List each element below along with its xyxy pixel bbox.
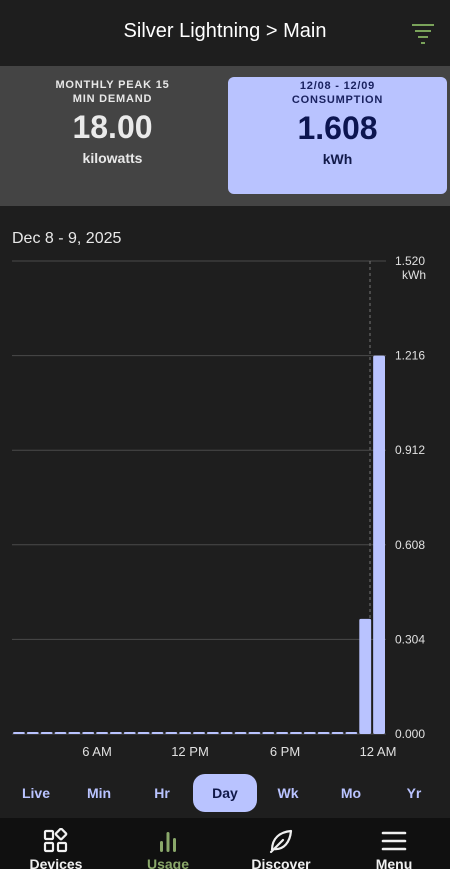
bottom-nav: Devices Usage Discover Menu: [0, 818, 450, 869]
nav-usage[interactable]: Usage: [113, 818, 223, 869]
x-tick-label: 12 AM: [360, 744, 397, 759]
chart-bar: [54, 732, 67, 734]
consumption-date-range: 12/08 - 12/09: [299, 80, 376, 92]
y-tick-label: 0.608: [395, 538, 425, 552]
range-selector: Live Min Hr Day Wk Mo Yr: [0, 774, 450, 814]
chart-bar: [193, 732, 205, 734]
y-tick-label: 1.216: [395, 349, 425, 363]
chart-date-label: Dec 8 - 9, 2025: [12, 230, 122, 247]
nav-menu[interactable]: Menu: [339, 818, 449, 869]
chart-bar: [96, 732, 108, 734]
filter-icon[interactable]: [410, 20, 436, 46]
chart-bar: [40, 732, 53, 734]
usage-chart[interactable]: 1.520 1.216 0.912 0.608 0.304 0.000 kWh 6 AM 12 …: [0, 250, 450, 770]
chart-bar: [345, 732, 358, 734]
consumption-unit: kWh: [322, 151, 353, 167]
chart-bar: [26, 732, 39, 734]
range-mo[interactable]: Mo: [319, 774, 383, 812]
consumption-value: 1.608: [297, 110, 378, 146]
y-tick-label: 0.304: [395, 632, 425, 646]
range-min[interactable]: Min: [67, 774, 131, 812]
app-root: Silver Lightning > Main MONTHLY PEAK 15 …: [0, 0, 450, 869]
peak-label-line2: MIN DEMAND: [72, 93, 153, 105]
chart-bar: [151, 732, 164, 734]
range-live[interactable]: Live: [4, 774, 68, 812]
y-tick-label: 0.000: [395, 727, 425, 741]
chart-bar: [373, 355, 385, 734]
chart-bar: [206, 732, 219, 734]
x-tick-label: 12 PM: [171, 744, 209, 759]
x-tick-label: 6 AM: [82, 744, 112, 759]
menu-icon: [381, 831, 407, 851]
chart-bar: [179, 732, 192, 734]
chart-bar: [262, 732, 275, 734]
chart-bar: [13, 732, 25, 734]
chart-bar: [317, 732, 330, 734]
chart-bar: [68, 732, 81, 734]
chart-bar: [165, 732, 178, 734]
range-hr[interactable]: Hr: [130, 774, 194, 812]
peak-label-line1: MONTHLY PEAK 15: [55, 79, 170, 91]
range-yr[interactable]: Yr: [382, 774, 446, 812]
chart-bar: [303, 732, 316, 734]
nav-discover[interactable]: Discover: [226, 818, 336, 869]
nav-discover-label: Discover: [251, 856, 311, 869]
y-axis-unit: kWh: [402, 268, 426, 282]
x-tick-label: 6 PM: [270, 744, 300, 759]
peak-value: 18.00: [72, 109, 153, 145]
chart-bar: [109, 732, 122, 734]
leaf-icon: [269, 829, 293, 854]
y-tick-label: 1.520: [395, 254, 425, 268]
page-title: Silver Lightning > Main: [123, 20, 327, 42]
range-wk[interactable]: Wk: [256, 774, 320, 812]
chart-bar: [123, 732, 136, 734]
nav-devices[interactable]: Devices: [1, 818, 111, 869]
consumption-label: CONSUMPTION: [291, 94, 384, 106]
summary-panel: MONTHLY PEAK 15 MIN DEMAND 18.00 kilowat…: [0, 66, 450, 206]
chart-bar: [220, 732, 233, 734]
chart-bar: [234, 732, 247, 734]
nav-devices-label: Devices: [29, 856, 83, 869]
peak-demand-card[interactable]: MONTHLY PEAK 15 MIN DEMAND 18.00 kilowat…: [0, 76, 225, 194]
chart-bar: [276, 732, 289, 734]
chart-bar: [248, 732, 261, 734]
chart-bar: [290, 732, 302, 734]
chart-bar: [137, 732, 150, 734]
nav-menu-label: Menu: [375, 856, 413, 869]
peak-unit: kilowatts: [82, 150, 143, 166]
chart-bar: [331, 732, 344, 734]
usage-icon: [160, 832, 176, 852]
header: Silver Lightning > Main: [0, 0, 450, 66]
chart-bar: [359, 618, 372, 734]
consumption-card[interactable]: 12/08 - 12/09 CONSUMPTION 1.608 kWh: [228, 77, 447, 194]
nav-usage-label: Usage: [146, 856, 190, 869]
range-day[interactable]: Day: [193, 774, 257, 812]
chart-bar: [82, 732, 95, 734]
devices-icon: [43, 828, 68, 853]
y-tick-label: 0.912: [395, 443, 425, 457]
